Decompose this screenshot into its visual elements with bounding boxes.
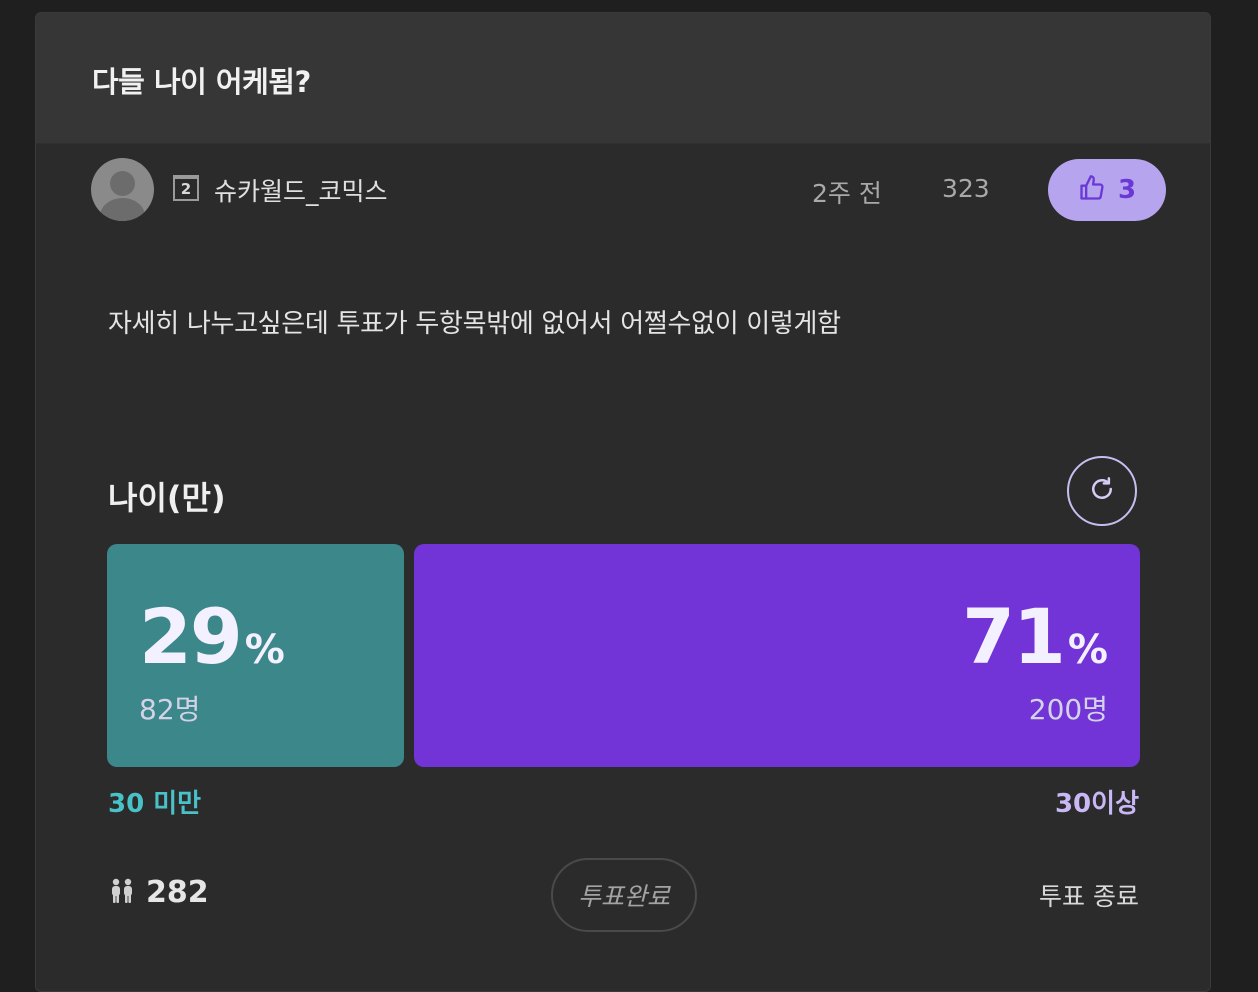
post-body: 자세히 나누고싶은데 투표가 두항목밖에 없어서 어쩔수없이 이렇게함 <box>108 309 841 339</box>
poll-results: 29% 82명 71% 200명 <box>107 544 1140 767</box>
thumbs-up-icon <box>1078 174 1106 206</box>
post-title: 다들 나이 어케됨? <box>92 65 311 99</box>
option-votes: 82명 <box>139 693 201 726</box>
refresh-icon <box>1087 474 1117 508</box>
like-count: 3 <box>1117 175 1137 205</box>
post-time: 2주 전 <box>812 179 882 208</box>
post-card: 다들 나이 어케됨? 2 슈카월드_코믹스 2주 전 323 3 자세히 나누고… <box>35 12 1211 992</box>
option-votes: 200명 <box>1028 693 1108 726</box>
option-percent: 71% <box>962 592 1108 681</box>
poll-option-bar-30-plus[interactable]: 71% 200명 <box>414 544 1140 767</box>
level-badge: 2 <box>173 175 199 201</box>
refresh-button[interactable] <box>1067 456 1137 526</box>
like-button[interactable]: 3 <box>1048 159 1166 221</box>
vote-end-button[interactable]: 투표 종료 <box>1039 877 1139 913</box>
view-count: 323 <box>942 174 990 203</box>
participant-count: 282 <box>108 875 209 910</box>
avatar[interactable] <box>91 158 154 221</box>
poll-option-label-under-30: 30 미만 <box>108 789 202 819</box>
author-name[interactable]: 슈카월드_코믹스 <box>214 172 388 208</box>
poll-option-label-30-plus: 30이상 <box>1054 789 1139 819</box>
vote-complete-badge: 투표완료 <box>551 858 697 932</box>
post-header: 다들 나이 어케됨? <box>36 13 1210 144</box>
people-icon <box>108 877 136 909</box>
participants-number: 282 <box>146 875 209 910</box>
poll-question: 나이(만) <box>108 479 226 517</box>
poll-option-bar-under-30[interactable]: 29% 82명 <box>107 544 404 767</box>
option-percent: 29% <box>139 592 285 681</box>
